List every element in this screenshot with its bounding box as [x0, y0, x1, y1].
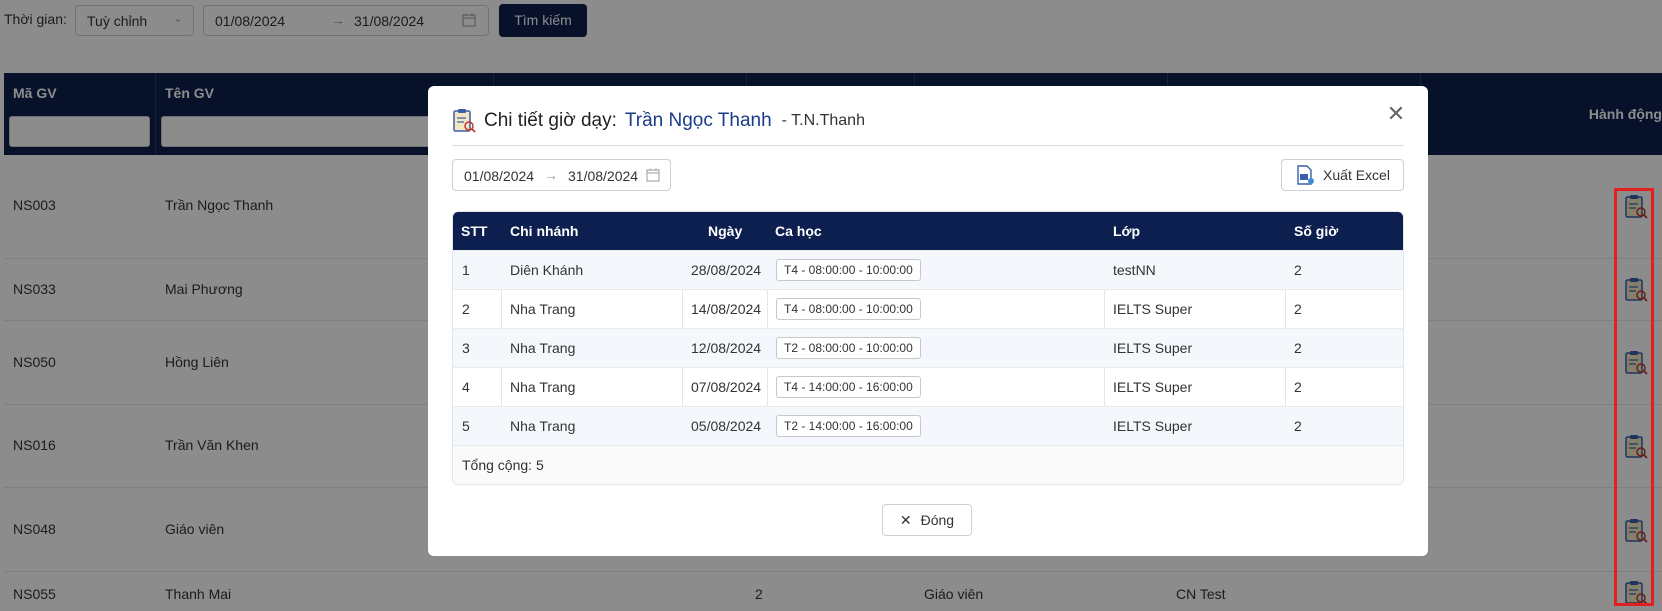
cell-class: testNN [1113, 262, 1156, 278]
cell-branch: Nha Trang [510, 418, 576, 434]
table-row: 1 Diên Khánh 28/08/2024 T4 - 08:00:00 - … [453, 250, 1403, 289]
table-row: 3 Nha Trang 12/08/2024 T2 - 08:00:00 - 1… [453, 328, 1403, 367]
modal-title-text: Chi tiết giờ dạy: [484, 110, 617, 131]
modal-date-from: 01/08/2024 [464, 168, 535, 184]
cell-branch: Nha Trang [510, 301, 576, 317]
cell-class: IELTS Super [1113, 301, 1193, 317]
highlight-box [1614, 188, 1654, 606]
shift-tag: T4 - 14:00:00 - 16:00:00 [776, 376, 921, 398]
shift-tag: T4 - 08:00:00 - 10:00:00 [776, 259, 921, 281]
detail-table-header: STT Chi nhánh Ngày Ca học Lớp Số giờ [453, 212, 1403, 250]
cell-stt: 3 [462, 340, 470, 356]
table-footer: Tổng cộng: 5 [453, 445, 1403, 484]
cell-date: 07/08/2024 [691, 379, 762, 395]
teaching-detail-table: STT Chi nhánh Ngày Ca học Lớp Số giờ 1 D… [452, 211, 1404, 485]
cell-stt: 4 [462, 379, 470, 395]
cell-hours: 2 [1294, 340, 1302, 356]
modal-date-range-picker[interactable]: 01/08/2024 → 31/08/2024 [452, 159, 671, 191]
cell-date: 05/08/2024 [691, 418, 762, 434]
cell-stt: 1 [462, 262, 470, 278]
calendar-icon [646, 168, 660, 182]
teaching-detail-modal: Chi tiết giờ dạy: Trần Ngọc Thanh - T.N.… [428, 86, 1428, 556]
cell-hours: 2 [1294, 418, 1302, 434]
divider [452, 145, 1404, 146]
cell-hours: 2 [1294, 301, 1302, 317]
cell-date: 14/08/2024 [691, 301, 762, 317]
cell-class: IELTS Super [1113, 340, 1193, 356]
cell-branch: Nha Trang [510, 340, 576, 356]
export-excel-button[interactable]: Xuất Excel [1281, 159, 1404, 191]
shift-tag: T2 - 14:00:00 - 16:00:00 [776, 415, 921, 437]
cell-date: 28/08/2024 [691, 262, 762, 278]
cell-date: 12/08/2024 [691, 340, 762, 356]
cell-hours: 2 [1294, 379, 1302, 395]
cell-class: IELTS Super [1113, 418, 1193, 434]
table-row: 4 Nha Trang 07/08/2024 T4 - 14:00:00 - 1… [453, 367, 1403, 406]
clipboard-detail-icon [453, 109, 476, 133]
close-button[interactable]: ✕ Đóng [882, 504, 972, 536]
export-excel-label: Xuất Excel [1323, 167, 1390, 183]
cell-stt: 5 [462, 418, 470, 434]
col-date: Ngày [708, 223, 743, 239]
table-row: 2 Nha Trang 14/08/2024 T4 - 08:00:00 - 1… [453, 289, 1403, 328]
modal-date-to: 31/08/2024 [568, 168, 639, 184]
col-shift: Ca học [775, 223, 822, 239]
cell-branch: Nha Trang [510, 379, 576, 395]
cell-stt: 2 [462, 301, 470, 317]
excel-file-icon [1297, 165, 1315, 185]
close-icon: ✕ [899, 511, 912, 528]
total-count: Tổng cộng: 5 [462, 457, 544, 473]
modal-title: Chi tiết giờ dạy: Trần Ngọc Thanh - T.N.… [452, 106, 865, 136]
close-icon[interactable]: ✕ [1384, 102, 1408, 126]
cell-branch: Diên Khánh [510, 262, 584, 278]
modal-teacher-name: Trần Ngọc Thanh [624, 110, 772, 131]
modal-teacher-short: - T.N.Thanh [781, 112, 865, 129]
table-row: 5 Nha Trang 05/08/2024 T2 - 14:00:00 - 1… [453, 406, 1403, 445]
shift-tag: T4 - 08:00:00 - 10:00:00 [776, 298, 921, 320]
close-button-label: Đóng [920, 512, 955, 528]
cell-hours: 2 [1294, 262, 1302, 278]
arrow-right-icon: → [544, 167, 558, 183]
col-class: Lớp [1113, 223, 1141, 239]
shift-tag: T2 - 08:00:00 - 10:00:00 [776, 337, 921, 359]
col-hours: Số giờ [1294, 223, 1339, 239]
cell-class: IELTS Super [1113, 379, 1193, 395]
col-branch: Chi nhánh [510, 223, 579, 239]
col-stt: STT [461, 223, 488, 239]
